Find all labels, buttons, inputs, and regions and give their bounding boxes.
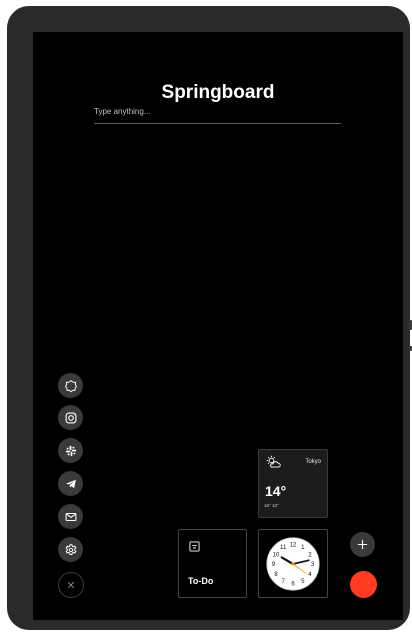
slack-icon[interactable] [58,438,83,463]
telegram-icon[interactable] [58,471,83,496]
weather-temperature: 14° [265,483,287,499]
clock-number: 12 [290,542,297,548]
search-field[interactable] [94,100,341,124]
todo-label: To-Do [188,576,214,586]
weather-city: Tokyo [305,459,321,465]
close-icon[interactable] [58,572,84,598]
plus-icon [357,539,368,550]
clock-number: 11 [280,545,287,551]
tablet-frame: Springboard Type anything... Tokyo 14° 1… [7,6,412,630]
flower-settings-icon[interactable] [58,373,83,398]
weather-range: 16° 10° [264,503,279,508]
todo-widget[interactable]: To-Do [178,529,247,598]
clock-number: 10 [273,552,280,558]
screen: Springboard Type anything... Tokyo 14° 1… [33,32,403,620]
gear-icon[interactable] [58,537,83,562]
record-button[interactable] [350,571,377,598]
search-input[interactable] [94,100,341,122]
analog-clock: 12 1234567891011 [266,536,320,591]
add-button[interactable] [350,532,375,557]
note-icon [189,541,200,552]
partly-sunny-icon [266,455,281,468]
mail-icon[interactable] [58,504,83,529]
instagram-icon[interactable] [58,405,83,430]
weather-widget[interactable]: Tokyo 14° 16° 10° [258,449,328,518]
clock-widget[interactable]: 12 1 2 3 4 5 6 7 8 9 10 11 [258,529,328,598]
